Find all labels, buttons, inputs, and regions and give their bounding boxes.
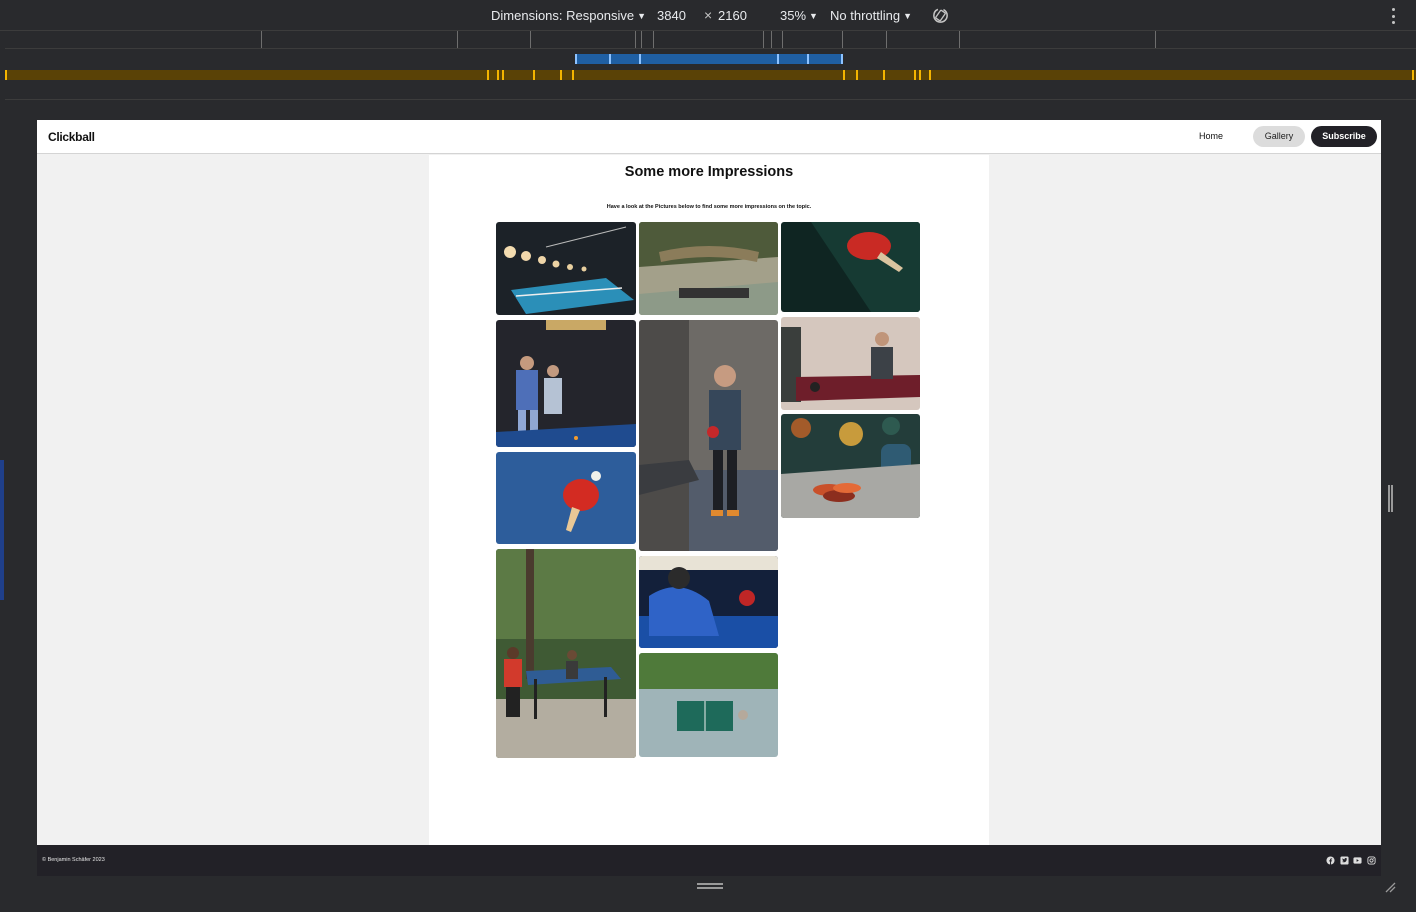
throttling-dropdown[interactable]: No throttling ▼	[830, 8, 912, 23]
standing-player-photo[interactable]	[639, 320, 778, 551]
divider	[5, 99, 1416, 100]
office-players-photo[interactable]	[781, 317, 920, 410]
subscribe-button[interactable]: Subscribe	[1311, 126, 1377, 147]
rotate-icon[interactable]	[931, 6, 950, 25]
red-paddle-blue-table-photo[interactable]	[496, 452, 636, 544]
gallery-section: Some more Impressions Have a look at the…	[429, 155, 989, 845]
dimensions-dropdown[interactable]: Dimensions: Responsive ▼	[491, 8, 646, 23]
twitter-icon[interactable]	[1340, 856, 1349, 865]
dimensions-label: Dimensions: Responsive	[491, 8, 635, 23]
throttling-label: No throttling	[830, 8, 901, 23]
width-value: 3840	[657, 8, 686, 23]
site-navbar: Clickball Home Gallery Subscribe	[37, 120, 1381, 154]
page-subtitle: Have a look at the Pictures below to fin…	[606, 204, 812, 210]
kebab-menu-icon[interactable]	[1388, 8, 1398, 24]
facebook-icon[interactable]	[1326, 856, 1335, 865]
height-input[interactable]: 2160	[718, 8, 747, 23]
zoom-dropdown[interactable]: 35% ▼	[780, 8, 818, 23]
zoom-value: 35%	[780, 8, 807, 23]
two-players-dark-room-photo[interactable]	[496, 320, 636, 447]
park-players-photo[interactable]	[496, 549, 636, 758]
youtube-icon[interactable]	[1353, 856, 1362, 865]
brand-logo[interactable]: Clickball	[48, 130, 95, 144]
width-input[interactable]: 3840	[657, 8, 686, 23]
copyright-text: © Benjamin Schäfer 2023	[42, 857, 105, 863]
height-value: 2160	[718, 8, 747, 23]
media-query-ruler	[5, 31, 1416, 49]
media-query-max-width-bar[interactable]	[5, 50, 1416, 68]
resize-handle-bottom[interactable]	[697, 883, 723, 889]
nav-home-link[interactable]: Home	[1199, 131, 1223, 141]
table-tennis-hall-photo[interactable]	[496, 222, 636, 315]
resize-corner-icon[interactable]	[1384, 880, 1396, 893]
device-toolbar: Dimensions: Responsive ▼ 3840 × 2160 35%…	[0, 0, 1416, 31]
emulated-viewport: Clickball Home Gallery Subscribe Some mo…	[37, 120, 1381, 876]
instagram-icon[interactable]	[1367, 856, 1376, 865]
devtools-window: Dimensions: Responsive ▼ 3840 × 2160 35%…	[0, 0, 1416, 912]
chevron-down-icon: ▼	[809, 10, 818, 21]
resize-handle-right[interactable]	[1388, 485, 1393, 512]
site-footer: © Benjamin Schäfer 2023	[37, 845, 1381, 876]
window-edge	[0, 460, 4, 600]
paddles-on-table-photo[interactable]	[781, 414, 920, 518]
page-title: Some more Impressions	[624, 164, 794, 180]
tournament-player-photo[interactable]	[639, 556, 778, 648]
outdoor-table-net-photo[interactable]	[639, 222, 778, 315]
nav-gallery-link[interactable]: Gallery	[1253, 126, 1305, 147]
chevron-down-icon: ▼	[637, 10, 646, 21]
red-paddle-green-table-photo[interactable]	[781, 222, 920, 312]
aerial-green-table-photo[interactable]	[639, 653, 778, 757]
times-icon: ×	[704, 7, 713, 23]
media-query-min-width-bar[interactable]	[5, 68, 1416, 81]
chevron-down-icon: ▼	[903, 10, 913, 21]
